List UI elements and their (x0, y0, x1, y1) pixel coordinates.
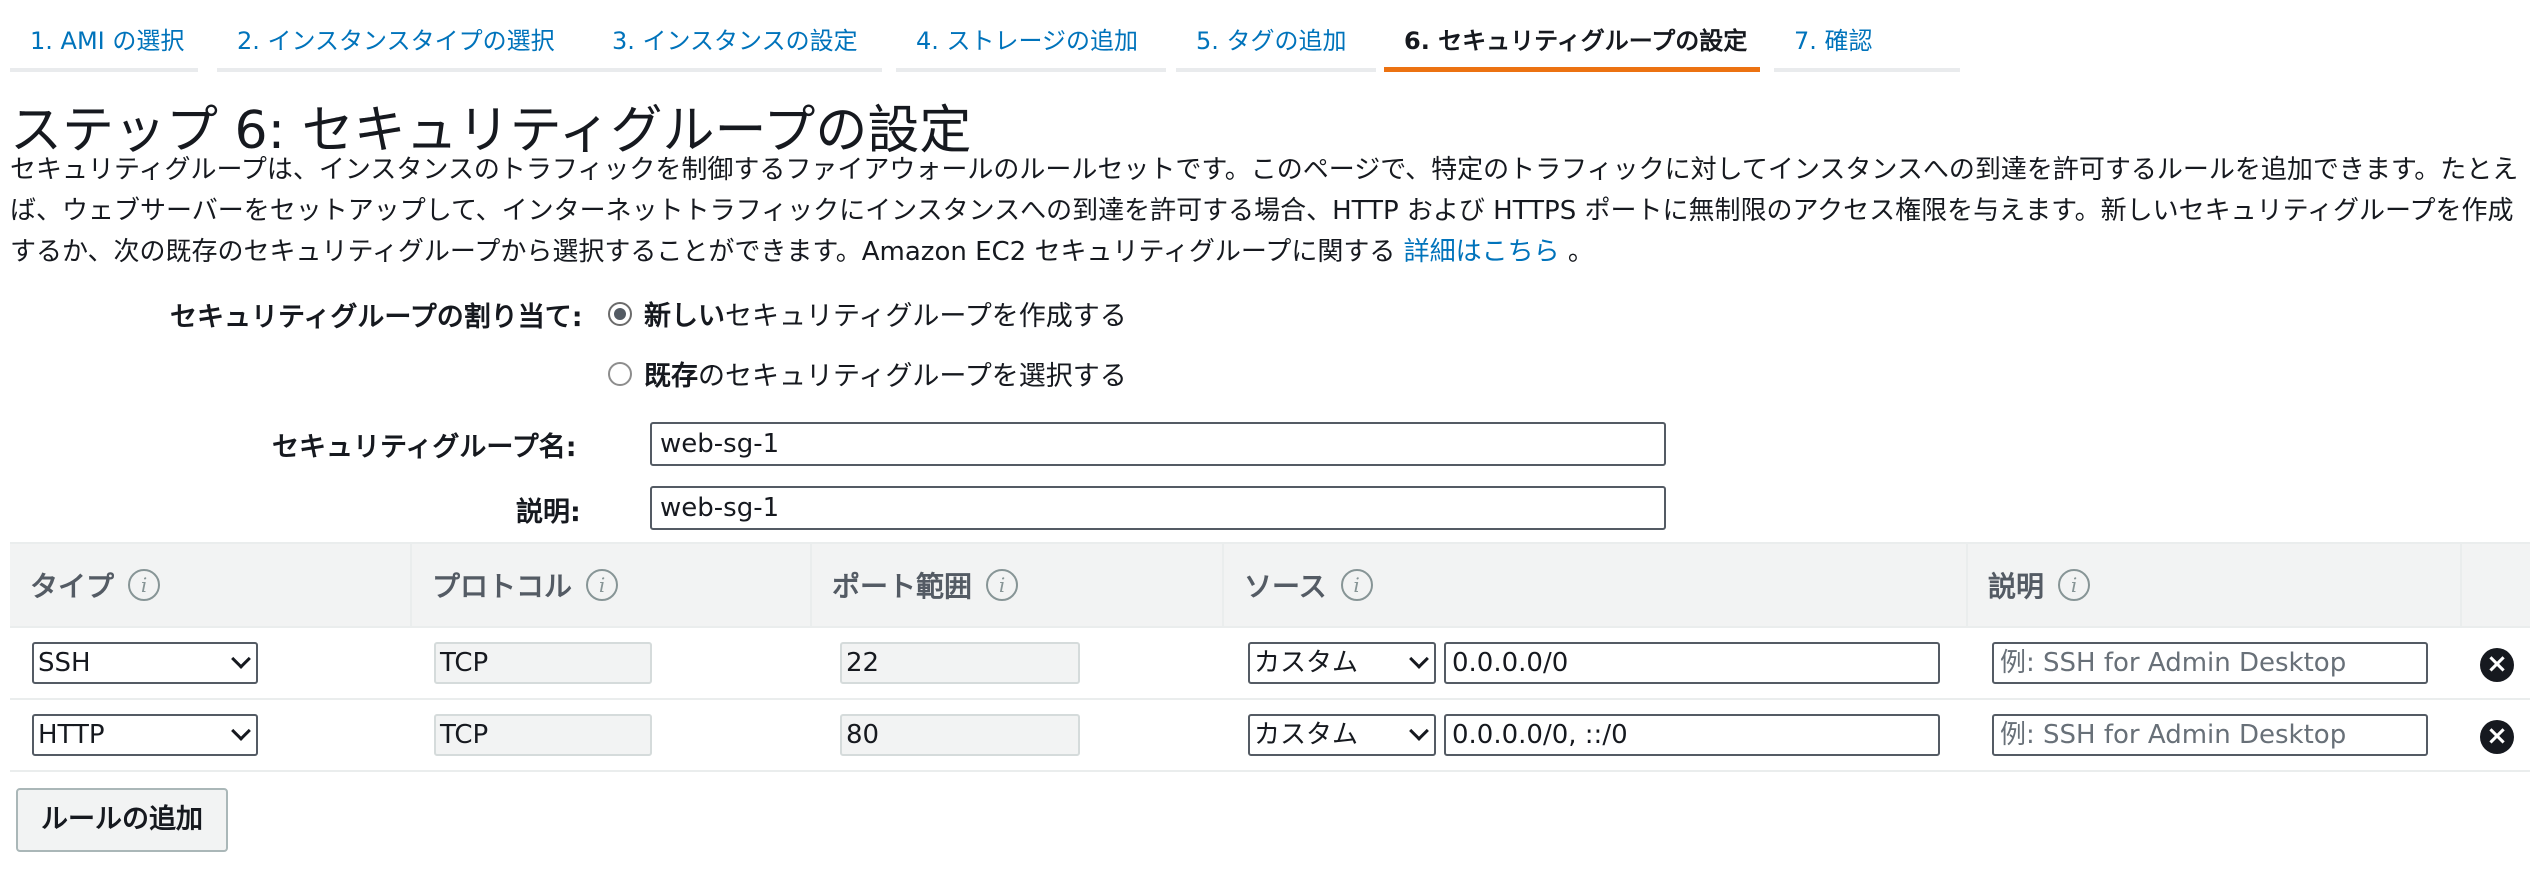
column-header-type-label: タイプ (30, 570, 115, 603)
source-type-select-value: カスタム (1254, 648, 1359, 678)
tab-review[interactable]: 7. 確認 (1774, 0, 1960, 72)
info-icon[interactable]: i (2058, 569, 2091, 601)
protocol-field: TCP (434, 714, 652, 756)
radio-create-new-bold: 新しい (644, 301, 725, 332)
column-header-protocol-label: プロトコル (432, 570, 573, 603)
chevron-down-icon (1409, 721, 1429, 741)
tab-add-tags[interactable]: 5. タグの追加 (1176, 0, 1376, 72)
column-header-source-label: ソース (1244, 570, 1327, 603)
radio-select-existing-bold: 既存 (644, 361, 698, 392)
learn-more-link[interactable]: 詳細はこちら (1404, 237, 1560, 267)
chevron-down-icon (1409, 649, 1429, 669)
description-text: セキュリティグループは、インスタンスのトラフィックを制御するファイアウォールのル… (10, 155, 2519, 267)
radio-create-new-label: セキュリティグループを作成する (725, 301, 1127, 332)
tab-instance-config[interactable]: 3. インスタンスの設定 (592, 0, 882, 72)
radio-select-existing-label: のセキュリティグループを選択する (698, 361, 1127, 392)
info-icon[interactable]: i (128, 569, 161, 601)
table-row: SSH TCP 22 カスタム 0.0.0.0/0 例: SSH for Adm… (10, 628, 2530, 700)
tab-add-storage[interactable]: 4. ストレージの追加 (896, 0, 1166, 72)
source-type-select-value: カスタム (1254, 720, 1359, 750)
group-description-input[interactable]: web-sg-1 (650, 486, 1666, 530)
tab-instance-type[interactable]: 2. インスタンスタイプの選択 (217, 0, 613, 72)
source-type-select[interactable]: カスタム (1248, 642, 1436, 684)
tab-security-group[interactable]: 6. セキュリティグループの設定 (1384, 0, 1760, 72)
description-end: 。 (1559, 237, 1594, 267)
table-row: HTTP TCP 80 カスタム 0.0.0.0/0, ::/0 例: SSH … (10, 700, 2530, 772)
add-rule-button[interactable]: ルールの追加 (16, 788, 228, 852)
column-header-description-label: 説明 (1988, 570, 2045, 603)
group-name-input[interactable]: web-sg-1 (650, 422, 1666, 466)
info-icon[interactable]: i (1340, 569, 1373, 601)
chevron-down-icon (231, 721, 251, 741)
type-select[interactable]: SSH (32, 642, 258, 684)
column-header-description: 説明 i (1966, 544, 2460, 626)
info-icon[interactable]: i (586, 569, 619, 601)
column-header-source: ソース i (1222, 544, 1976, 626)
radio-select-existing[interactable]: 既存 のセキュリティグループを選択する (608, 354, 1127, 393)
rules-table-header: タイプ i プロトコル i ポート範囲 i ソース i 説明 i (10, 542, 2530, 628)
source-input[interactable]: 0.0.0.0/0 (1444, 642, 1940, 684)
chevron-down-icon (231, 649, 251, 669)
type-select[interactable]: HTTP (32, 714, 258, 756)
port-range-field: 80 (840, 714, 1080, 756)
delete-rule-icon[interactable]: × (2480, 648, 2514, 682)
type-select-value: SSH (38, 648, 91, 678)
radio-select-existing-button[interactable] (608, 361, 632, 386)
info-icon[interactable]: i (986, 569, 1019, 601)
assignment-label: セキュリティグループの割り当て: (170, 302, 583, 333)
type-select-value: HTTP (38, 720, 105, 750)
source-input[interactable]: 0.0.0.0/0, ::/0 (1444, 714, 1940, 756)
column-header-port-range: ポート範囲 i (810, 544, 1222, 626)
rule-description-input[interactable]: 例: SSH for Admin Desktop (1992, 642, 2428, 684)
rule-description-input[interactable]: 例: SSH for Admin Desktop (1992, 714, 2428, 756)
radio-create-new-button[interactable] (608, 301, 632, 326)
column-header-protocol: プロトコル i (410, 544, 810, 626)
group-name-label: セキュリティグループ名: (272, 432, 577, 463)
column-header-actions (2460, 544, 2530, 626)
tab-ami-selection[interactable]: 1. AMI の選択 (10, 0, 198, 72)
radio-create-new[interactable]: 新しい セキュリティグループを作成する (608, 294, 1127, 333)
protocol-field: TCP (434, 642, 652, 684)
group-description-label: 説明: (516, 497, 581, 528)
column-header-type: タイプ i (10, 544, 410, 626)
delete-rule-icon[interactable]: × (2480, 720, 2514, 754)
column-header-port-range-label: ポート範囲 (832, 570, 973, 603)
port-range-field: 22 (840, 642, 1080, 684)
source-type-select[interactable]: カスタム (1248, 714, 1436, 756)
page-description: セキュリティグループは、インスタンスのトラフィックを制御するファイアウォールのル… (10, 150, 2530, 273)
